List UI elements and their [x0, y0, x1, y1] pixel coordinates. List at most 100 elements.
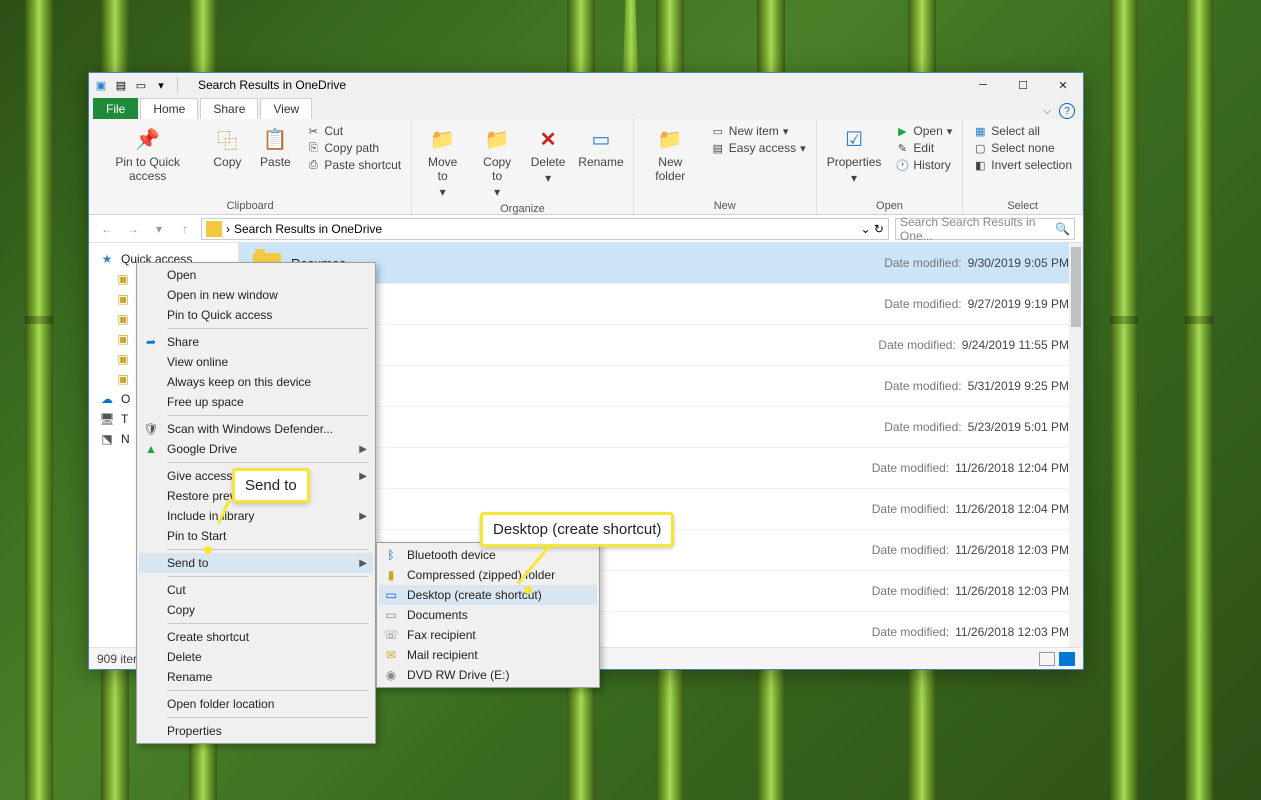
- rename-button[interactable]: ▭Rename: [575, 123, 627, 171]
- meta-label: Date modified:: [884, 379, 961, 393]
- menu-item[interactable]: ◉ DVD RW Drive (E:): [379, 665, 597, 685]
- menu-item[interactable]: Include in library▶: [139, 506, 373, 526]
- breadcrumb[interactable]: › Search Results in OneDrive ⌄ ↻: [201, 218, 889, 240]
- menu-item-label: Rename: [167, 670, 212, 684]
- tab-share[interactable]: Share: [200, 98, 258, 119]
- minimize-button[interactable]: ─: [963, 73, 1003, 97]
- view-details-icon[interactable]: [1039, 652, 1055, 666]
- paste-button[interactable]: 📋Paste: [254, 123, 296, 171]
- ribbon: 📌Pin to Quick access ⿻Copy 📋Paste ✂Cut ⎘…: [89, 119, 1083, 215]
- easy-access-button[interactable]: ▤Easy access ▾: [707, 140, 810, 156]
- view-large-icon[interactable]: [1059, 652, 1075, 666]
- menu-item[interactable]: Cut: [139, 580, 373, 600]
- nav-recent-icon[interactable]: ▾: [149, 219, 169, 239]
- menu-item-label: Include in library: [167, 509, 254, 523]
- ribbon-tabs: File Home Share View ⌵ ?: [89, 97, 1083, 119]
- menu-item[interactable]: ▮Compressed (zipped) folder: [379, 565, 597, 585]
- menu-item-label: Copy: [167, 603, 195, 617]
- paste-shortcut-button[interactable]: ⎙Paste shortcut: [302, 157, 405, 173]
- menu-item[interactable]: ▭Desktop (create shortcut): [379, 585, 597, 605]
- pin-icon: 📌: [134, 125, 162, 153]
- menu-item[interactable]: Create shortcut: [139, 627, 373, 647]
- callout-sendto: Send to: [232, 468, 310, 503]
- menu-item[interactable]: Rename: [139, 667, 373, 687]
- tab-view[interactable]: View: [260, 98, 312, 119]
- group-label-organize: Organize: [418, 201, 627, 215]
- cut-button[interactable]: ✂Cut: [302, 123, 405, 139]
- copy-path-button[interactable]: ⎘Copy path: [302, 140, 405, 156]
- menu-item[interactable]: ▭Documents: [379, 605, 597, 625]
- group-label-clipboard: Clipboard: [95, 198, 405, 212]
- explorer-icon: ▣: [93, 77, 109, 93]
- history-icon: 🕐: [895, 158, 909, 172]
- menu-item-label: Open in new window: [167, 288, 278, 302]
- menu-item[interactable]: Properties: [139, 721, 373, 741]
- copy-button[interactable]: ⿻Copy: [206, 123, 248, 171]
- menu-icon: ◉: [383, 667, 399, 683]
- new-folder-button[interactable]: 📁New folder: [640, 123, 701, 185]
- invert-selection-icon: ◧: [973, 158, 987, 172]
- file-date: 5/31/2019 9:25 PM: [968, 379, 1069, 393]
- ribbon-collapse-icon[interactable]: ⌵: [1039, 103, 1055, 119]
- rename-icon: ▭: [587, 125, 615, 153]
- menu-item-label: DVD RW Drive (E:): [407, 668, 509, 682]
- menu-item[interactable]: ➦Share: [139, 332, 373, 352]
- menu-item-label: Documents: [407, 608, 468, 622]
- menu-item-label: Cut: [167, 583, 186, 597]
- sidebar-icon: ★: [99, 251, 115, 267]
- menu-item[interactable]: Open folder location: [139, 694, 373, 714]
- file-date: 11/26/2018 12:03 PM: [955, 625, 1069, 639]
- new-item-button[interactable]: ▭New item ▾: [707, 123, 810, 139]
- menu-item[interactable]: ✉Mail recipient: [379, 645, 597, 665]
- open-button[interactable]: ▶Open ▾: [891, 123, 956, 139]
- menu-item[interactable]: Free up space: [139, 392, 373, 412]
- file-date: 5/23/2019 5:01 PM: [968, 420, 1069, 434]
- qat-dropdown-icon[interactable]: ▾: [153, 77, 169, 93]
- invert-selection-button[interactable]: ◧Invert selection: [969, 157, 1076, 173]
- menu-item-label: Send to: [167, 556, 208, 570]
- tab-home[interactable]: Home: [140, 98, 198, 119]
- window-title: Search Results in OneDrive: [198, 78, 346, 92]
- select-all-button[interactable]: ▦Select all: [969, 123, 1076, 139]
- sendto-submenu: ᛒBluetooth device▮Compressed (zipped) fo…: [376, 542, 600, 688]
- maximize-button[interactable]: ☐: [1003, 73, 1043, 97]
- menu-item[interactable]: ᛒBluetooth device: [379, 545, 597, 565]
- search-placeholder: Search Search Results in One...: [900, 215, 1055, 243]
- menu-item[interactable]: Open: [139, 265, 373, 285]
- menu-item[interactable]: ☏Fax recipient: [379, 625, 597, 645]
- menu-item[interactable]: Open in new window: [139, 285, 373, 305]
- menu-item[interactable]: ▲Google Drive▶: [139, 439, 373, 459]
- nav-forward-icon[interactable]: →: [123, 219, 143, 239]
- nav-up-icon[interactable]: ↑: [175, 219, 195, 239]
- submenu-arrow-icon: ▶: [359, 471, 367, 482]
- sidebar-icon: ▣: [115, 271, 131, 287]
- menu-item[interactable]: 🛡Scan with Windows Defender...: [139, 419, 373, 439]
- scrollbar[interactable]: [1069, 243, 1083, 647]
- history-button[interactable]: 🕐History: [891, 157, 956, 173]
- delete-button[interactable]: ✕Delete▾: [527, 123, 569, 187]
- edit-button[interactable]: ✎Edit: [891, 140, 956, 156]
- menu-item[interactable]: Pin to Quick access: [139, 305, 373, 325]
- select-none-button[interactable]: ▢Select none: [969, 140, 1076, 156]
- qat-newfolder-icon[interactable]: ▭: [133, 77, 149, 93]
- close-button[interactable]: ✕: [1043, 73, 1083, 97]
- pin-to-quick-access-button[interactable]: 📌Pin to Quick access: [95, 123, 200, 185]
- file-date: 11/26/2018 12:03 PM: [955, 543, 1069, 557]
- menu-item[interactable]: Copy: [139, 600, 373, 620]
- tab-file[interactable]: File: [93, 98, 138, 119]
- qat-properties-icon[interactable]: ▤: [113, 77, 129, 93]
- status-item-count: 909 iter: [97, 652, 137, 666]
- search-input[interactable]: Search Search Results in One... 🔍: [895, 218, 1075, 240]
- menu-item[interactable]: Always keep on this device: [139, 372, 373, 392]
- menu-item[interactable]: View online: [139, 352, 373, 372]
- copy-to-button[interactable]: 📁Copy to▾: [473, 123, 521, 201]
- help-icon[interactable]: ?: [1059, 103, 1075, 119]
- menu-icon: ☏: [383, 627, 399, 643]
- menu-item[interactable]: Delete: [139, 647, 373, 667]
- move-to-button[interactable]: 📁Move to▾: [418, 123, 467, 201]
- meta-label: Date modified:: [884, 420, 961, 434]
- menu-item[interactable]: Send to▶: [139, 553, 373, 573]
- properties-button[interactable]: ☑Properties▾: [823, 123, 886, 187]
- menu-item[interactable]: Pin to Start: [139, 526, 373, 546]
- nav-back-icon[interactable]: ←: [97, 219, 117, 239]
